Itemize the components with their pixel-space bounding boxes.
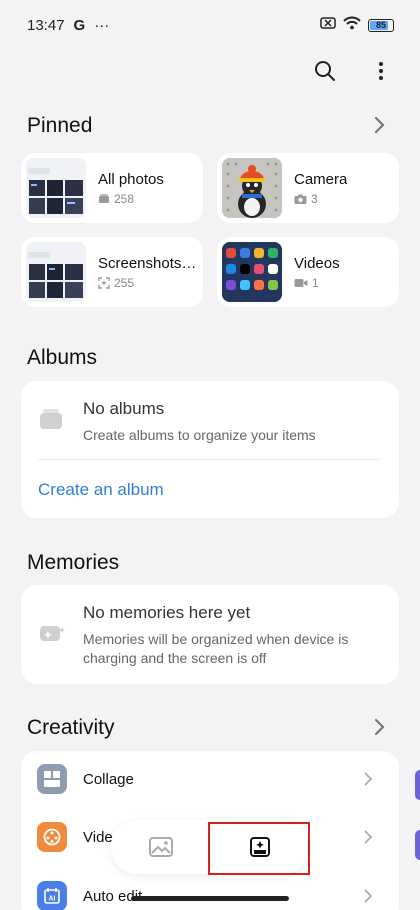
creativity-title: Creativity [27, 716, 115, 739]
collage-icon [37, 764, 67, 794]
next-card-peek [415, 830, 420, 860]
next-card-peek [415, 770, 420, 800]
top-actions [312, 58, 394, 84]
photos-tab-icon [148, 837, 173, 857]
video-editor-icon [37, 822, 67, 852]
pinned-item-label: Videos [294, 254, 340, 272]
tab-photos[interactable] [111, 820, 210, 874]
albums-divider [38, 459, 382, 460]
memories-title: Memories [27, 551, 120, 574]
pinned-item-videos[interactable]: Videos 1 [217, 237, 399, 307]
screenshots-thumbnail [26, 242, 86, 302]
albums-empty-title: No albums [83, 399, 165, 418]
pinned-title: Pinned [27, 114, 93, 137]
chevron-right-icon [364, 772, 373, 786]
pinned-item-label: All photos [98, 170, 164, 188]
album-icon [99, 193, 109, 203]
chevron-right-icon [364, 830, 373, 844]
battery-level: 85 [375, 19, 386, 30]
battery-icon: 85 [368, 18, 394, 32]
memories-empty-title: No memories here yet [83, 603, 251, 622]
memories-card: No memories here yet Memories will be or… [21, 585, 399, 684]
mute-icon [320, 16, 336, 34]
create-album-link[interactable]: Create an album [38, 480, 164, 500]
screenshot-icon [98, 276, 110, 289]
albums-empty-desc: Create albums to organize your items [83, 427, 316, 443]
camera-icon [294, 194, 307, 204]
pinned-item-camera[interactable]: Camera 3 [217, 153, 399, 223]
video-icon [294, 278, 308, 287]
svg-text:AI: AI [49, 896, 56, 903]
creativity-item-collage[interactable]: Collage [21, 751, 399, 807]
memories-empty-desc: Memories will be organized when device i… [83, 631, 349, 666]
albums-title: Albums [27, 346, 98, 369]
search-icon [315, 61, 335, 81]
status-time: 13:47 [27, 16, 65, 34]
more-vertical-icon [379, 62, 383, 80]
albums-card: No albums Create albums to organize your… [21, 381, 399, 518]
chevron-right-icon [374, 718, 385, 736]
pinned-item-label: Screenshots ... [98, 254, 198, 272]
all-photos-thumbnail [26, 158, 86, 218]
videos-thumbnail [222, 242, 282, 302]
home-indicator[interactable] [131, 896, 289, 901]
pinned-item-all-photos[interactable]: All photos 258 [21, 153, 203, 223]
memories-icon [40, 623, 66, 648]
pinned-item-count: 1 [312, 275, 319, 290]
creativity-more-button[interactable] [374, 718, 386, 741]
auto-edit-icon: AI [37, 881, 67, 910]
pinned-item-count: 258 [114, 191, 135, 206]
google-icon: G [73, 16, 86, 34]
chevron-right-icon [374, 116, 385, 134]
camera-thumbnail [222, 158, 282, 218]
list-item-label: Vide [83, 828, 113, 846]
wifi-icon [343, 16, 361, 34]
pinned-item-count: 255 [114, 275, 135, 290]
status-bar: 13:47 G ··· 85 [0, 0, 420, 50]
pinned-item-screenshots[interactable]: Screenshots ... 255 [21, 237, 203, 307]
search-button[interactable] [312, 58, 338, 84]
more-options-button[interactable] [368, 58, 394, 84]
selection-highlight [208, 822, 310, 875]
pinned-more-button[interactable] [374, 116, 386, 139]
pinned-item-label: Camera [294, 170, 348, 188]
chevron-right-icon [364, 889, 373, 903]
album-stack-icon [40, 409, 62, 434]
pinned-item-count: 3 [311, 191, 318, 206]
list-item-label: Collage [83, 770, 134, 788]
status-more-icon: ··· [94, 16, 110, 34]
